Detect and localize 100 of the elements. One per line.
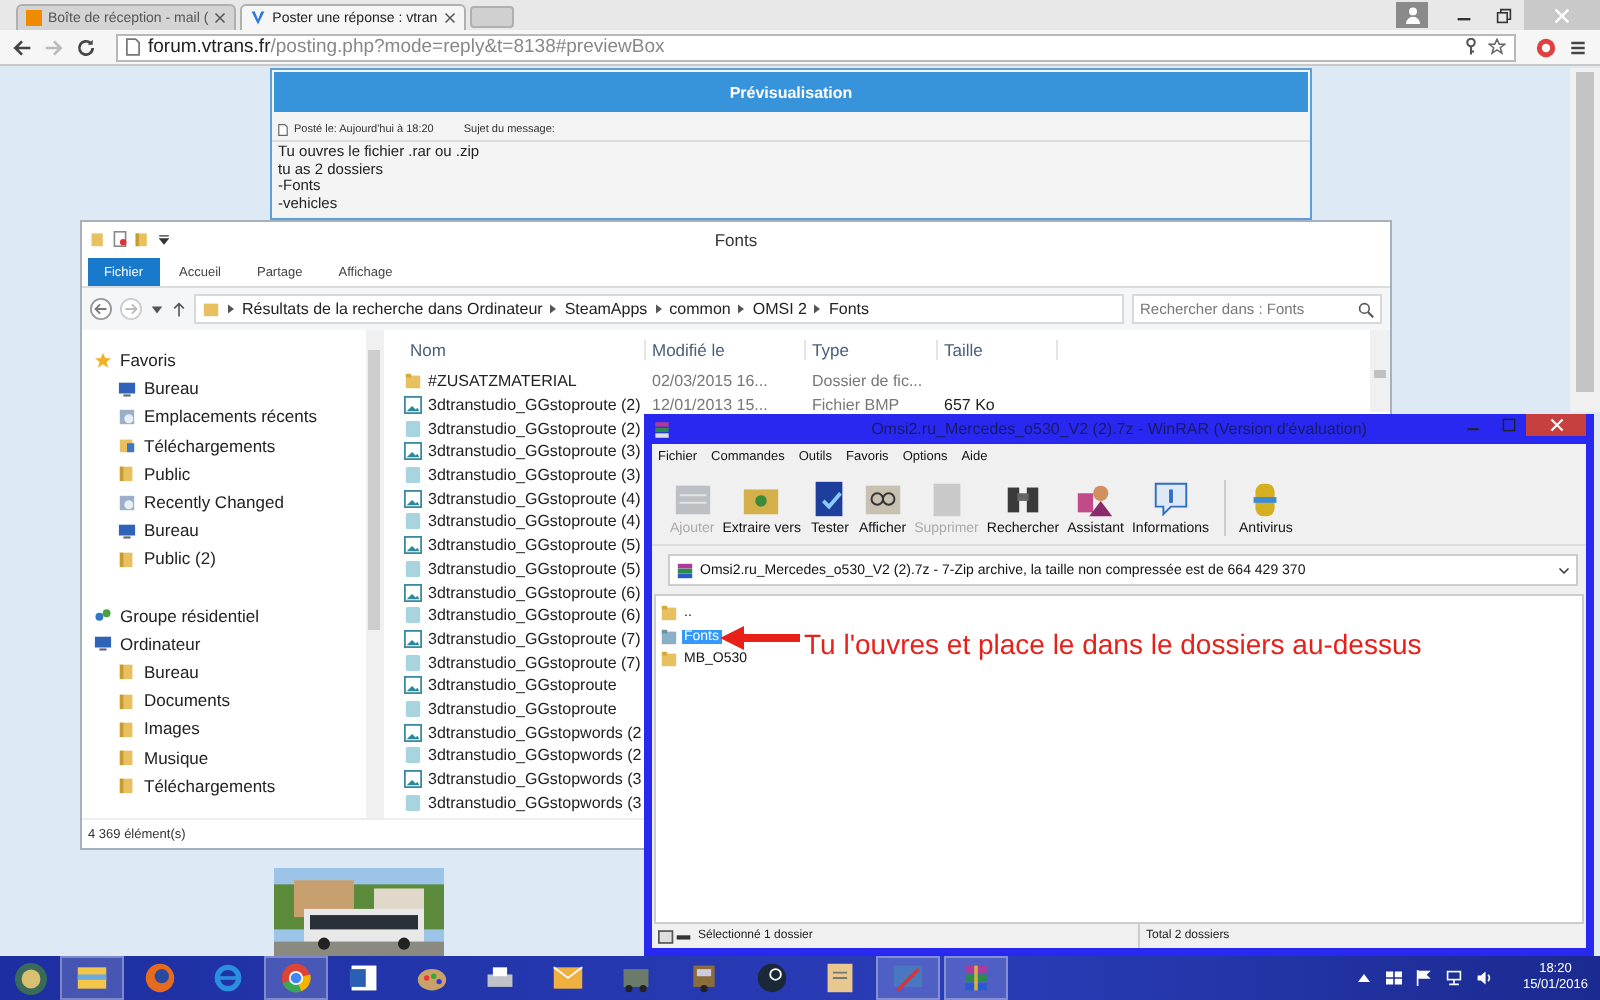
flag-icon[interactable]: [1416, 970, 1433, 986]
close-icon[interactable]: [214, 12, 227, 24]
close-icon: [1554, 7, 1570, 23]
folder-icon: [202, 300, 220, 318]
taskbar-button[interactable]: [264, 956, 328, 1000]
scrollbar[interactable]: [1570, 68, 1600, 412]
back-icon[interactable]: [90, 298, 112, 320]
nav-item[interactable]: Recently Changed: [106, 487, 366, 517]
nav-item[interactable]: Bureau: [106, 657, 366, 687]
dropdown-icon[interactable]: [150, 301, 164, 317]
speaker-icon[interactable]: [1476, 970, 1493, 986]
up-arrow-icon[interactable]: [172, 301, 186, 317]
breadcrumb-item[interactable]: Résultats de la recherche dans Ordinateur: [242, 300, 543, 318]
file-name[interactable]: 3dtranstudio_GGstoproute (5): [428, 536, 641, 555]
breadcrumb-item[interactable]: OMSI 2: [752, 300, 807, 318]
back-icon[interactable]: [12, 37, 32, 57]
address-bar[interactable]: Résultats de la recherche dans Ordinateur SteamApps common OMSI 2 Fonts: [194, 294, 1124, 324]
network-icon[interactable]: [1446, 970, 1463, 986]
file-name[interactable]: 3dtranstudio_GGstoproute (6): [428, 606, 641, 625]
word-app-icon: [348, 962, 380, 994]
ie-app-icon: [212, 962, 244, 994]
recent-places-icon: [118, 407, 136, 426]
nav-item[interactable]: Ordinateur: [82, 629, 366, 658]
date-cell-text: 12/01/2013 15...: [650, 396, 770, 415]
dropdown-icon[interactable]: [156, 230, 172, 248]
nav-item[interactable]: Public: [106, 459, 366, 488]
column-header[interactable]: Nom: [404, 340, 646, 360]
type-cell-text: Dossier de fic...: [810, 372, 925, 391]
scrollbar[interactable]: [1370, 330, 1390, 412]
nav-item[interactable]: Groupe résidentiel: [82, 601, 366, 630]
nav-item[interactable]: Téléchargements: [106, 771, 366, 800]
address-bar[interactable]: forum.vtrans.fr/posting.php?mode=reply&t=8138#previewBox: [116, 33, 1516, 61]
mail-app-icon: [552, 962, 584, 994]
nav-item[interactable]: Favoris: [82, 346, 366, 375]
column-header[interactable]: Taille: [938, 340, 1058, 360]
image-file-icon: [404, 770, 422, 789]
window-title: Omsi2.ru_Mercedes_o530_V2 (2).7z - WinRAR (Version d'évaluation): [871, 420, 1367, 438]
file-name[interactable]: 3dtranstudio_GGstoproute: [428, 699, 617, 718]
star-icon: [94, 351, 112, 370]
nav-item[interactable]: Documents: [106, 686, 366, 715]
shell-icon: [13, 961, 47, 995]
file-name[interactable]: 3dtranstudio_GGstoproute (6): [428, 583, 641, 602]
folder-icon: [118, 549, 136, 568]
file-name[interactable]: 3dtranstudio_GGstoproute (3): [428, 442, 641, 461]
nav-item[interactable]: Public (2): [106, 544, 366, 573]
monitor-icon: [118, 521, 136, 540]
explorer-app-icon: [76, 962, 108, 994]
info-tool-icon: [1149, 478, 1192, 520]
recent-places-icon: [118, 493, 136, 512]
caret-icon[interactable]: [1356, 970, 1373, 986]
image-file-icon: [404, 629, 422, 648]
properties-icon[interactable]: [112, 230, 128, 248]
breadcrumb-item[interactable]: SteamApps: [564, 300, 648, 318]
file-name[interactable]: #ZUSATZMATERIAL: [428, 372, 577, 391]
column-header[interactable]: Type: [806, 340, 938, 360]
image-file-icon: [404, 723, 422, 742]
file-name[interactable]: 3dtranstudio_GGstopwords (2: [428, 746, 642, 765]
truck-app-icon: [688, 962, 720, 994]
file-name[interactable]: 3dtranstudio_GGstopwords (2: [428, 723, 642, 742]
file-name[interactable]: 3dtranstudio_GGstoproute (2): [428, 419, 641, 438]
nav-item[interactable]: Images: [106, 714, 366, 743]
winrar-app-icon: [960, 962, 992, 994]
file-name[interactable]: 3dtranstudio_GGstoproute (2): [428, 396, 641, 415]
file-icon: [404, 559, 422, 578]
menu-icon[interactable]: [1568, 37, 1588, 57]
nav-item[interactable]: Bureau: [106, 516, 366, 545]
user-button[interactable]: [1396, 2, 1428, 28]
nav-item[interactable]: Musique: [106, 742, 366, 772]
file-name[interactable]: 3dtranstudio_GGstoproute (3): [428, 466, 641, 485]
breadcrumb-item[interactable]: common: [669, 300, 731, 318]
extension-icon[interactable]: [1536, 37, 1556, 57]
file-name[interactable]: 3dtranstudio_GGstoproute (5): [428, 559, 641, 578]
file-name[interactable]: 3dtranstudio_GGstopwords (3: [428, 793, 642, 812]
folder-icon: [118, 464, 136, 483]
nav-item[interactable]: Bureau: [106, 374, 366, 403]
file-name[interactable]: 3dtranstudio_GGstoproute (4): [428, 489, 641, 508]
file-name[interactable]: 3dtranstudio_GGstoproute (7): [428, 629, 641, 648]
size-cell-text: 657 Ko: [942, 396, 997, 415]
file-name[interactable]: 3dtranstudio_GGstoproute (7): [428, 653, 641, 672]
taskbar-button[interactable]: [60, 956, 124, 1000]
windows-logo-icon[interactable]: [1386, 970, 1403, 986]
column-header[interactable]: Modifié le: [646, 340, 806, 360]
star-icon[interactable]: [1488, 38, 1506, 56]
file-name[interactable]: 3dtranstudio_GGstopwords (3: [428, 770, 642, 789]
folder-icon: [118, 691, 136, 710]
nav-item[interactable]: Téléchargements: [106, 431, 366, 460]
file-name[interactable]: 3dtranstudio_GGstoproute: [428, 676, 617, 695]
close-button[interactable]: [1526, 414, 1586, 436]
date-cell-text: 02/03/2015 16...: [650, 372, 770, 391]
chevron-icon: [550, 304, 557, 314]
breadcrumb-item[interactable]: Fonts: [828, 300, 869, 318]
v-logo-icon: [250, 10, 267, 26]
folder-icon: [118, 776, 136, 795]
reload-icon[interactable]: [76, 37, 96, 57]
key-icon[interactable]: [1462, 38, 1480, 56]
file-name[interactable]: 3dtranstudio_GGstoproute (4): [428, 512, 641, 531]
close-icon[interactable]: [443, 12, 456, 24]
scrollbar[interactable]: [366, 330, 382, 818]
folder-icon: [660, 604, 678, 623]
nav-item[interactable]: Emplacements récents: [106, 402, 366, 432]
